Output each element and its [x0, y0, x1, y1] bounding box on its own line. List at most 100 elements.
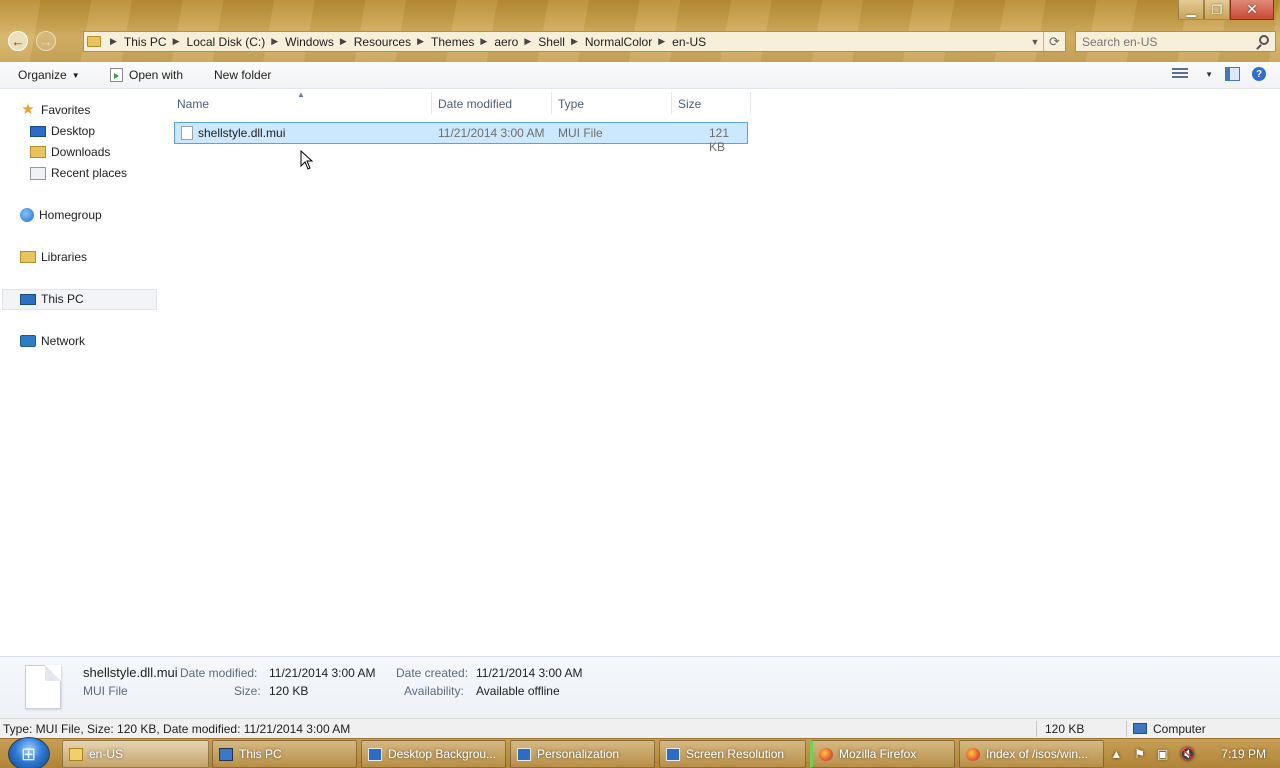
nav-label: Favorites — [41, 103, 91, 117]
back-button[interactable]: ← — [8, 31, 28, 51]
crumb-separator[interactable]: ▶ — [474, 36, 494, 47]
breadcrumb-this-pc[interactable]: This PC — [124, 35, 167, 49]
breadcrumb-windows[interactable]: Windows — [285, 35, 334, 49]
column-divider[interactable] — [671, 92, 672, 114]
details-date-created-label: Date created: — [396, 666, 469, 680]
status-size: 120 KB — [1045, 722, 1085, 736]
firefox-icon — [819, 747, 833, 761]
monitor-icon — [368, 747, 382, 761]
nav-network[interactable]: Network — [20, 331, 85, 351]
clock[interactable]: 7:19 PM — [1221, 747, 1266, 761]
column-label: Size — [678, 97, 702, 111]
change-view-icon[interactable] — [1172, 68, 1189, 80]
open-with-button[interactable]: Open with — [110, 68, 183, 82]
status-location: Computer — [1153, 722, 1206, 736]
downloads-icon — [30, 146, 46, 158]
taskbar-label: en-US — [89, 747, 124, 761]
column-divider[interactable] — [431, 92, 432, 114]
crumb-separator[interactable]: ▶ — [565, 36, 585, 47]
maximize-button[interactable]: ❐ — [1204, 0, 1230, 20]
address-dropdown-icon[interactable]: ▼ — [1026, 32, 1043, 51]
search-icon[interactable] — [1259, 35, 1269, 45]
views-dropdown-icon[interactable]: ▼ — [1205, 70, 1213, 79]
open-with-icon — [110, 68, 123, 82]
column-header-type[interactable]: Type — [558, 95, 584, 113]
details-size: 120 KB — [269, 684, 309, 698]
recent-places-icon — [30, 166, 46, 180]
taskbar-button-screen-resolution[interactable]: Screen Resolution — [659, 740, 806, 768]
crumb-separator[interactable]: ▶ — [104, 36, 124, 47]
status-divider — [1126, 721, 1127, 737]
nav-label: Desktop — [51, 124, 96, 138]
nav-downloads[interactable]: Downloads — [30, 142, 110, 162]
column-header-date-modified[interactable]: Date modified — [438, 95, 512, 113]
nav-favorites[interactable]: ★ Favorites — [20, 100, 90, 120]
help-icon[interactable]: ? — [1252, 67, 1266, 81]
taskbar-button-index-of-isos[interactable]: Index of /isos/win... — [959, 740, 1104, 768]
speaker-muted-icon[interactable]: 🔇 — [1180, 747, 1195, 761]
show-hidden-icons-icon[interactable]: ▲ — [1110, 747, 1122, 761]
new-folder-label: New folder — [214, 68, 272, 82]
monitor-icon — [666, 747, 680, 761]
forward-button[interactable]: → — [36, 31, 56, 51]
close-button[interactable]: ✕ — [1230, 0, 1274, 20]
taskbar-label: Screen Resolution — [686, 747, 785, 761]
crumb-separator[interactable]: ▶ — [334, 36, 354, 47]
minimize-button[interactable]: ▁ — [1178, 0, 1204, 20]
breadcrumb-local-disk[interactable]: Local Disk (C:) — [187, 35, 266, 49]
crumb-separator[interactable]: ▶ — [411, 36, 431, 47]
organize-label: Organize — [18, 68, 67, 82]
column-divider[interactable] — [551, 92, 552, 114]
file-name: shellstyle.dll.mui — [198, 126, 286, 140]
column-divider[interactable] — [750, 92, 751, 114]
taskbar-label: Mozilla Firefox — [839, 747, 917, 761]
search-box[interactable] — [1075, 31, 1276, 52]
details-pane: shellstyle.dll.mui MUI File Date modifie… — [0, 656, 1280, 718]
start-button[interactable] — [8, 737, 50, 768]
nav-desktop[interactable]: Desktop — [30, 121, 95, 141]
taskbar-button-desktop-background[interactable]: Desktop Backgrou... — [361, 740, 506, 768]
breadcrumb-en-us[interactable]: en-US — [672, 35, 706, 49]
address-bar[interactable]: ▶ This PC ▶ Local Disk (C:) ▶ Windows ▶ … — [83, 31, 1066, 52]
refresh-icon[interactable]: ⟳ — [1043, 32, 1065, 51]
taskbar-button-personalization[interactable]: Personalization — [510, 740, 655, 768]
action-center-flag-icon[interactable]: ⚑ — [1134, 747, 1145, 761]
breadcrumb-resources[interactable]: Resources — [354, 35, 411, 49]
column-label: Name — [177, 97, 210, 111]
taskbar-label: This PC — [239, 747, 282, 761]
desktop-icon — [30, 125, 46, 137]
taskbar-button-this-pc[interactable]: This PC — [212, 740, 357, 768]
organize-button[interactable]: Organize ▼ — [18, 68, 80, 82]
crumb-separator[interactable]: ▶ — [518, 36, 538, 47]
taskbar-button-mozilla-firefox[interactable]: Mozilla Firefox — [810, 740, 955, 768]
crumb-separator[interactable]: ▶ — [265, 36, 285, 47]
taskbar-label: Index of /isos/win... — [986, 747, 1089, 761]
column-header-name[interactable]: Name — [177, 95, 209, 113]
breadcrumb-aero[interactable]: aero — [494, 35, 518, 49]
nav-this-pc[interactable]: This PC — [20, 289, 84, 309]
table-row[interactable]: shellstyle.dll.mui 11/21/2014 3:00 AM MU… — [174, 122, 748, 154]
nav-homegroup[interactable]: Homegroup — [20, 205, 102, 225]
mouse-cursor-icon — [300, 150, 314, 170]
firefox-icon — [966, 747, 980, 761]
status-bar: Type: MUI File, Size: 120 KB, Date modif… — [0, 718, 1280, 738]
nav-recent-places[interactable]: Recent places — [30, 163, 127, 183]
breadcrumb-shell[interactable]: Shell — [538, 35, 565, 49]
crumb-separator[interactable]: ▶ — [652, 36, 672, 47]
new-folder-button[interactable]: New folder — [214, 68, 271, 82]
details-filetype: MUI File — [83, 684, 128, 698]
taskbar-label: Personalization — [537, 747, 620, 761]
crumb-separator[interactable]: ▶ — [167, 36, 187, 47]
breadcrumb-normalcolor[interactable]: NormalColor — [585, 35, 652, 49]
taskbar-button-en-us[interactable]: en-US — [62, 740, 209, 768]
column-header-size[interactable]: Size — [678, 95, 701, 113]
file-date-modified: 11/21/2014 3:00 AM — [438, 126, 545, 140]
nav-label: This PC — [41, 292, 84, 306]
network-icon[interactable]: ▣ — [1157, 747, 1168, 761]
search-input[interactable] — [1082, 34, 1252, 49]
preview-pane-icon[interactable] — [1225, 67, 1240, 81]
details-date-modified-label: Date modified: — [180, 666, 258, 680]
breadcrumb-themes[interactable]: Themes — [431, 35, 474, 49]
nav-libraries[interactable]: Libraries — [20, 247, 87, 267]
libraries-icon — [20, 251, 36, 263]
